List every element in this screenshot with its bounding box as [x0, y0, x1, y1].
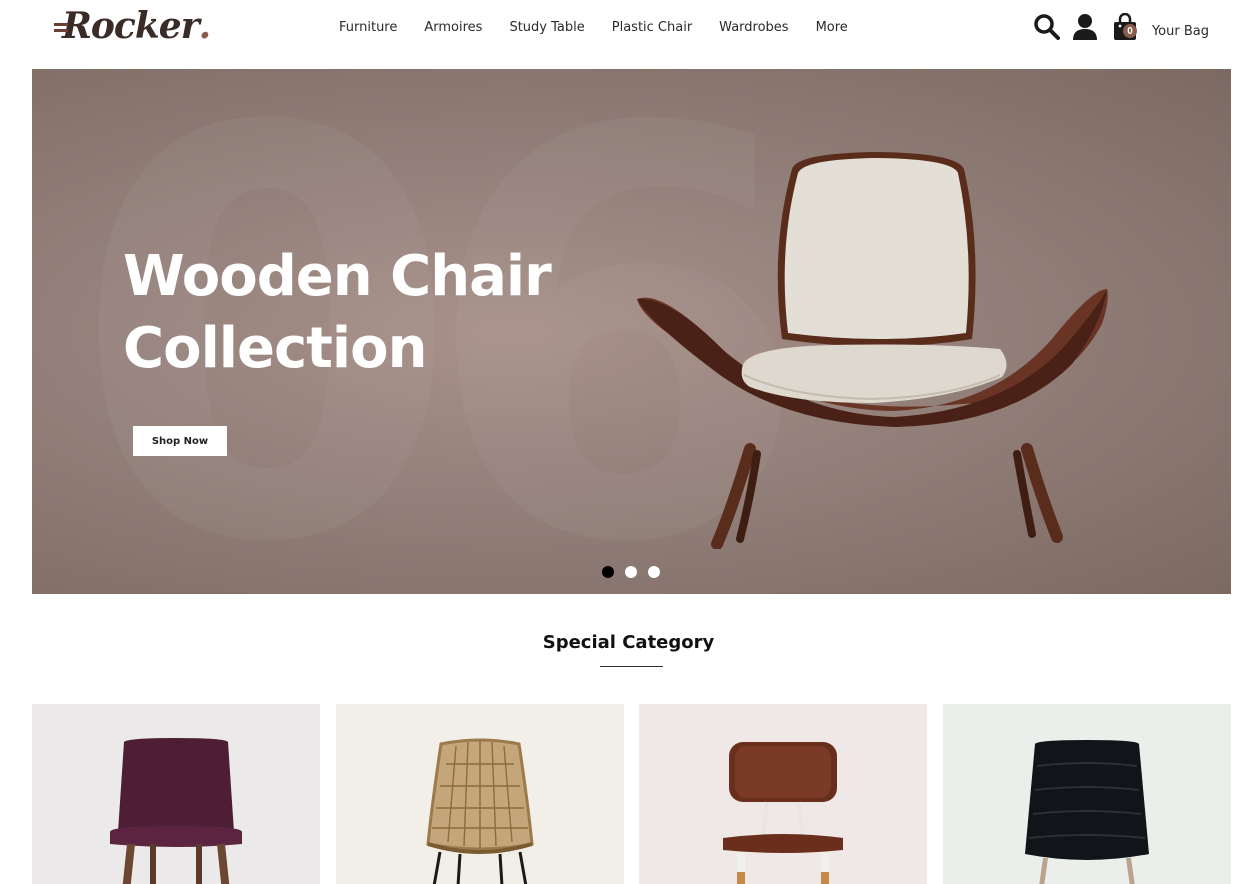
header-actions: 0 Your Bag [1024, 12, 1209, 42]
category-card-leather-chair[interactable] [639, 704, 927, 884]
rattan-chair-image [426, 738, 534, 884]
nav-item-furniture[interactable]: Furniture [339, 18, 397, 38]
cart-button[interactable]: 0 Your Bag [1106, 12, 1209, 42]
carousel-dot-1[interactable] [602, 566, 614, 578]
hero-title-line-1: Wooden Chair [123, 244, 552, 309]
site-header: Rocker. Furniture Armoires Study Table P… [0, 0, 1257, 60]
logo-dot: . [198, 5, 212, 47]
carousel-dot-3[interactable] [648, 566, 660, 578]
section-title-underline [600, 666, 663, 667]
hero-title: Wooden Chair Collection [123, 241, 563, 385]
brand-logo[interactable]: Rocker. [54, 4, 212, 48]
category-card-black-chair[interactable] [943, 704, 1231, 884]
nav-item-plastic-chair[interactable]: Plastic Chair [612, 18, 692, 38]
hero-banner: 06 Wooden Chair Collection Shop Now [32, 69, 1231, 594]
nav-item-study-table[interactable]: Study Table [509, 18, 584, 38]
carousel-dot-2[interactable] [625, 566, 637, 578]
hero-chair-image [637, 152, 1108, 549]
main-nav: Furniture Armoires Study Table Plastic C… [339, 18, 875, 38]
category-card-plum-chair[interactable] [32, 704, 320, 884]
plum-chair-image [110, 738, 242, 884]
category-grid [32, 704, 1231, 884]
nav-item-more[interactable]: More [816, 18, 848, 38]
hero-title-line-2: Collection [123, 316, 427, 381]
nav-item-armoires[interactable]: Armoires [424, 18, 482, 38]
carousel-dots [602, 566, 660, 578]
logo-mark [54, 14, 68, 38]
category-card-rattan-chair[interactable] [336, 704, 624, 884]
search-icon[interactable] [1032, 12, 1062, 42]
shop-now-button[interactable]: Shop Now [133, 426, 227, 456]
cart-count-badge: 0 [1122, 24, 1137, 38]
black-chair-image [1025, 740, 1149, 884]
user-icon[interactable] [1070, 12, 1100, 42]
leather-chair-image [723, 742, 843, 884]
nav-item-wardrobes[interactable]: Wardrobes [719, 18, 788, 38]
section-title: Special Category [542, 632, 715, 653]
logo-text: Rocker [62, 5, 200, 47]
cart-label: Your Bag [1151, 23, 1209, 39]
